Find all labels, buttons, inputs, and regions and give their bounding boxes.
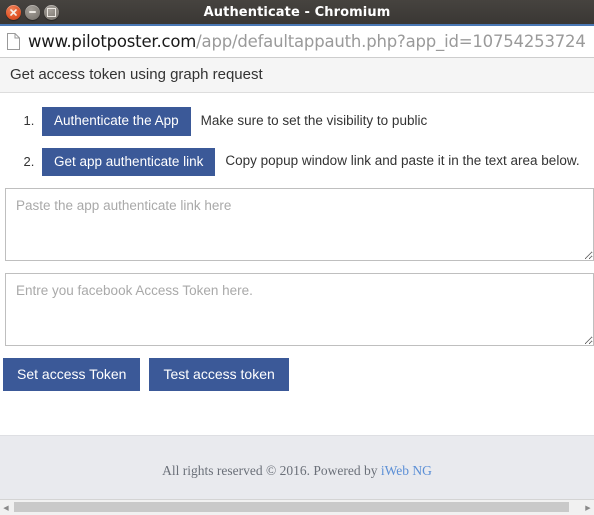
title-bar: Authenticate - Chromium <box>0 0 594 24</box>
page-viewport: Get access token using graph request Aut… <box>0 58 594 499</box>
close-window-button[interactable] <box>6 4 21 20</box>
get-app-authenticate-link-button[interactable]: Get app authenticate link <box>42 147 216 176</box>
step-row: Authenticate the App Make sure to set th… <box>42 107 594 136</box>
authenticate-app-button[interactable]: Authenticate the App <box>42 107 191 136</box>
set-access-token-button[interactable]: Set access Token <box>3 358 141 391</box>
steps-list: Authenticate the App Make sure to set th… <box>0 107 594 176</box>
action-button-row: Set access Token Test access token <box>3 358 594 391</box>
scroll-right-arrow-icon[interactable]: ▶ <box>582 500 594 515</box>
url-text: www.pilotposter.com/app/defaultappauth.p… <box>28 32 586 51</box>
scrollbar-thumb[interactable] <box>14 502 569 512</box>
window-controls <box>6 4 59 20</box>
iweb-ng-link[interactable]: iWeb NG <box>381 463 432 478</box>
footer-text: All rights reserved © 2016. Powered by i… <box>162 463 432 479</box>
access-token-textarea[interactable] <box>5 273 594 346</box>
list-item: Authenticate the App Make sure to set th… <box>38 107 594 136</box>
address-bar[interactable]: www.pilotposter.com/app/defaultappauth.p… <box>0 24 594 58</box>
step-note: Make sure to set the visibility to publi… <box>200 112 428 128</box>
auth-link-textarea[interactable] <box>5 188 594 261</box>
page-icon <box>7 33 20 50</box>
browser-window: Authenticate - Chromium www.pilotposter.… <box>0 0 594 515</box>
maximize-icon <box>47 7 56 17</box>
window-title: Authenticate - Chromium <box>203 4 391 20</box>
page-footer: All rights reserved © 2016. Powered by i… <box>0 435 594 499</box>
step-note: Copy popup window link and paste it in t… <box>225 153 580 169</box>
close-icon <box>10 8 17 16</box>
page-title: Get access token using graph request <box>0 58 594 93</box>
scrollbar-track[interactable] <box>12 500 582 515</box>
minimize-icon <box>29 11 36 13</box>
panel-body: Authenticate the App Make sure to set th… <box>0 93 594 435</box>
scroll-left-arrow-icon[interactable]: ◀ <box>0 500 12 515</box>
list-item: Get app authenticate link Copy popup win… <box>38 147 594 176</box>
url-host: www.pilotposter.com <box>28 32 197 51</box>
minimize-window-button[interactable] <box>25 4 40 20</box>
step-row: Get app authenticate link Copy popup win… <box>42 147 594 176</box>
url-path: /app/defaultappauth.php?app_id=107542537… <box>196 32 586 51</box>
test-access-token-button[interactable]: Test access token <box>149 358 289 391</box>
maximize-window-button[interactable] <box>44 4 59 20</box>
horizontal-scrollbar[interactable]: ◀ ▶ <box>0 499 594 515</box>
footer-copyright: All rights reserved © 2016. Powered by <box>162 462 381 478</box>
form-fields <box>0 188 594 346</box>
